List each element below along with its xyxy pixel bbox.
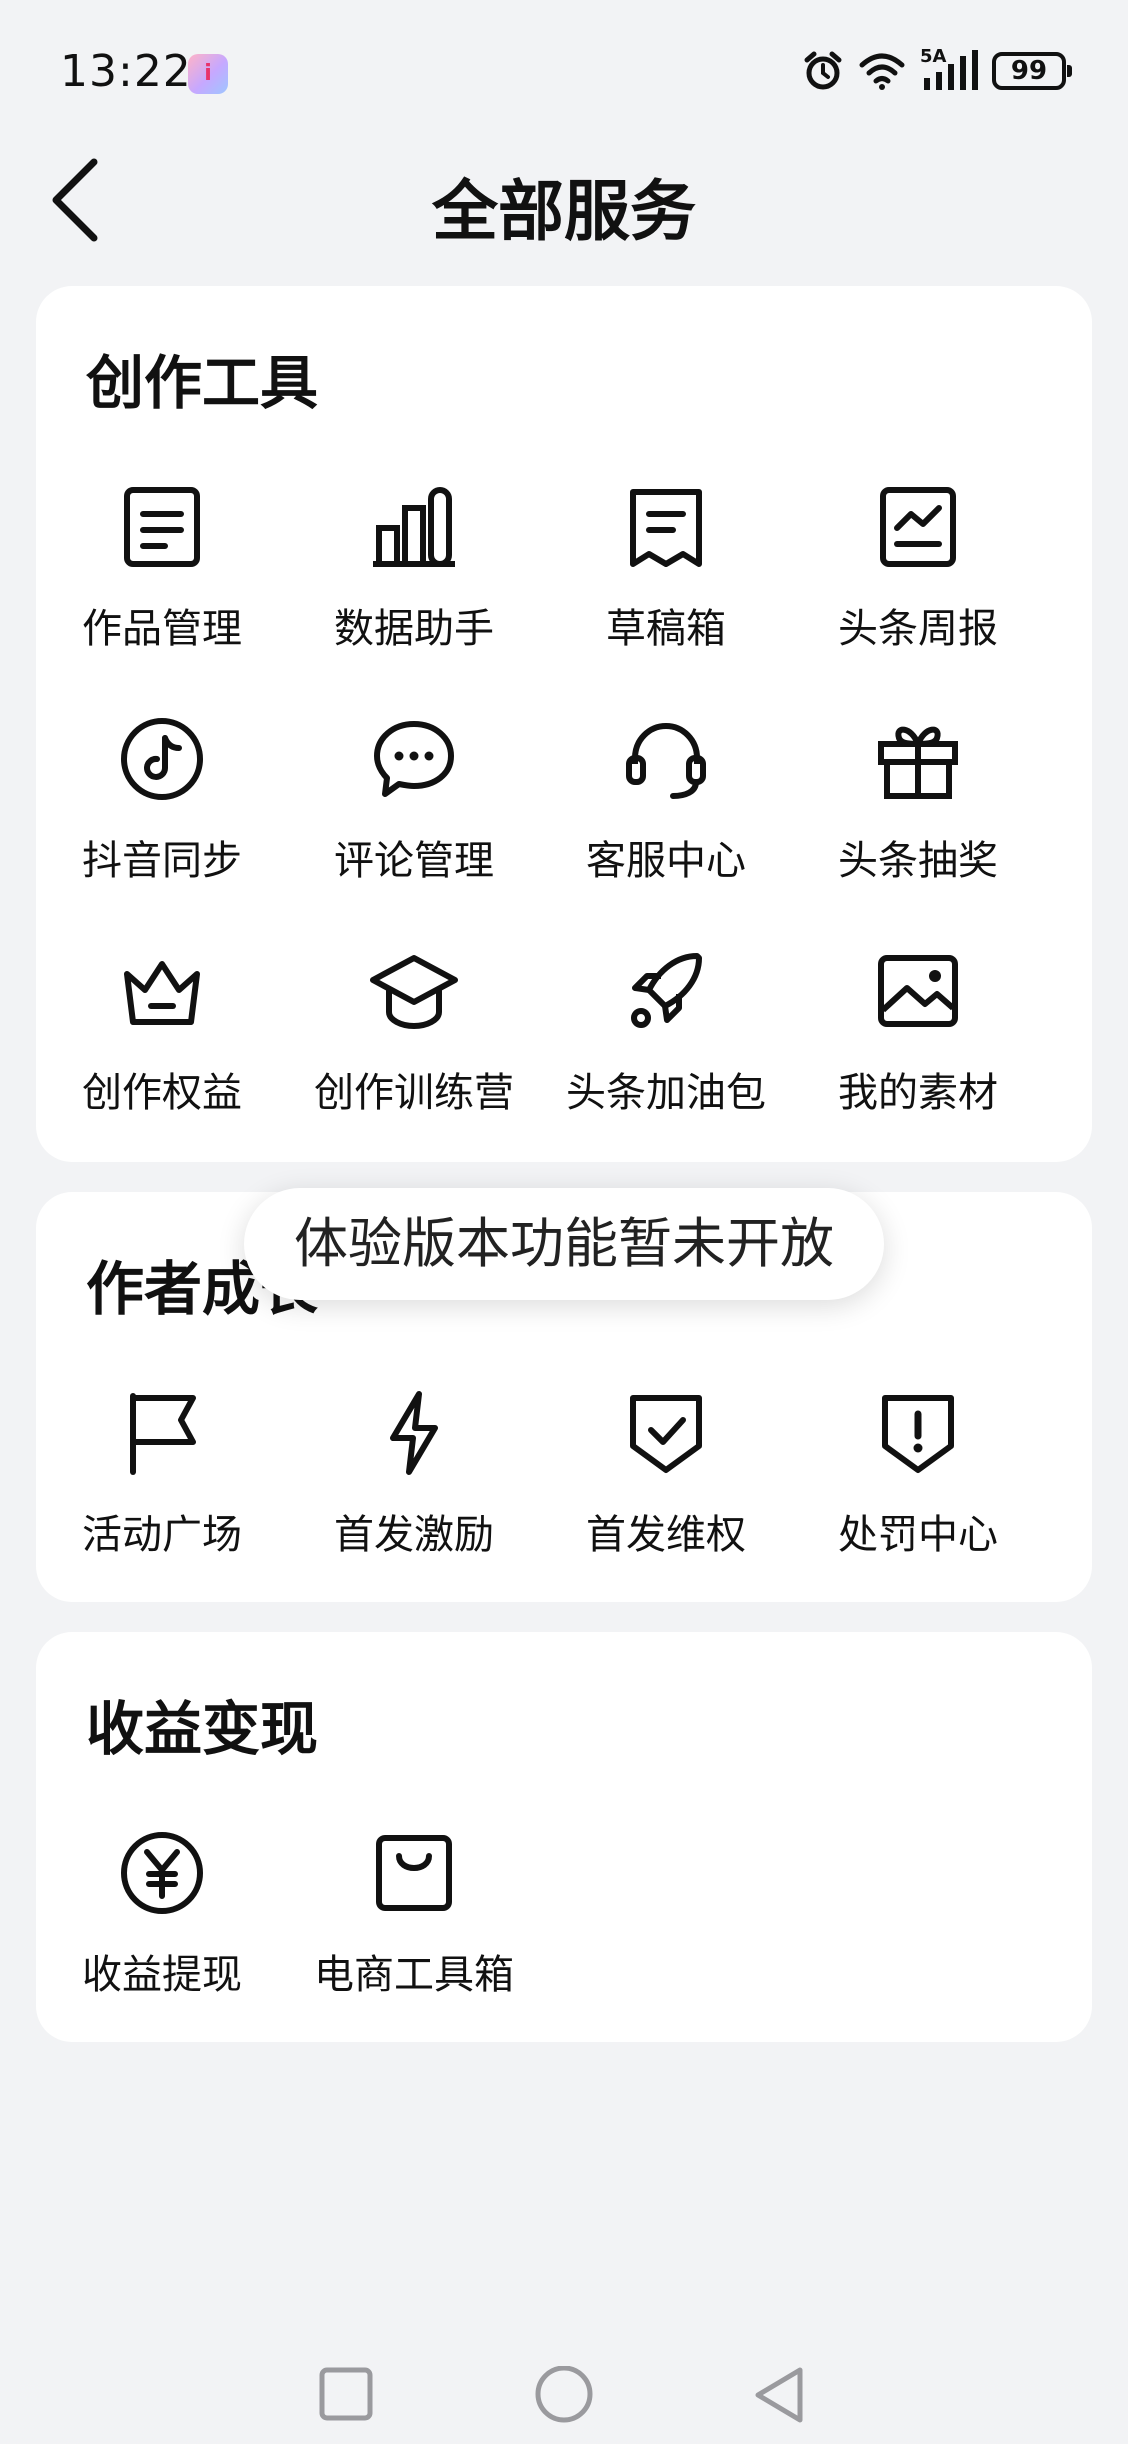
trend-report-icon [880,487,956,567]
service-label: 我的素材 [838,1070,998,1116]
service-item-first-publish-incentive[interactable]: 首发激励 [288,1388,540,1620]
status-icons: 5A 99 [802,46,1072,92]
service-label: 草稿箱 [606,606,726,652]
page-title: 全部服务 [432,173,696,250]
draft-icon [630,489,702,567]
service-label: 头条抽奖 [838,838,998,884]
shopping-bag-icon [376,1835,452,1911]
service-item-creator-benefits[interactable]: 创作权益 [36,946,288,1178]
service-grid: 作品管理 数据助手 草稿箱 头条周报 抖音同步 评论管理 客服中心 头条抽奖 创… [36,482,1092,1178]
crown-icon [124,961,200,1025]
service-item-works[interactable]: 作品管理 [36,482,288,714]
service-item-data-assistant[interactable]: 数据助手 [288,482,540,714]
document-icon [124,487,200,567]
app-notification-icon: i [188,54,228,94]
status-time: 13:22 [60,46,192,97]
service-item-weekly-report[interactable]: 头条周报 [792,482,1044,714]
service-label: 处罚中心 [838,1512,998,1558]
service-item-my-materials[interactable]: 我的素材 [792,946,1044,1178]
comment-icon [374,721,454,797]
yen-coin-icon [121,1832,203,1914]
service-item-withdraw[interactable]: 收益提现 [36,1828,288,2060]
service-item-ecommerce-toolbox[interactable]: 电商工具箱 [288,1828,540,2060]
section-title: 收益变现 [86,1695,319,1763]
service-grid: 收益提现 电商工具箱 [36,1828,1092,2060]
headset-icon [626,722,706,799]
service-label: 客服中心 [586,838,746,884]
system-nav-bar [0,2330,1128,2444]
service-item-douyin-sync[interactable]: 抖音同步 [36,714,288,946]
service-item-activity-square[interactable]: 活动广场 [36,1388,288,1620]
shield-alert-icon [882,1395,954,1473]
service-label: 电商工具箱 [314,1952,514,1998]
toast-message: 体验版本功能暂未开放 [244,1188,884,1300]
shield-check-icon [630,1395,702,1473]
service-label: 头条周报 [838,606,998,652]
flag-icon [130,1393,196,1475]
service-item-penalty-center[interactable]: 处罚中心 [792,1388,1044,1620]
service-label: 抖音同步 [82,838,242,884]
service-label: 创作权益 [82,1070,242,1116]
status-bar: 13:22 i 5A 99 [0,0,1128,150]
home-circle-icon[interactable] [534,2366,594,2426]
section-card-monetization: 收益变现 收益提现 电商工具箱 [36,1632,1092,2042]
service-item-first-publish-rights[interactable]: 首发维权 [540,1388,792,1620]
service-label: 作品管理 [82,606,242,652]
service-label: 活动广场 [82,1512,242,1558]
back-triangle-icon[interactable] [752,2366,808,2426]
douyin-icon [121,718,203,800]
service-item-lottery[interactable]: 头条抽奖 [792,714,1044,946]
image-icon [878,955,958,1027]
service-item-drafts[interactable]: 草稿箱 [540,482,792,714]
rocket-icon [631,953,702,1028]
battery-icon: 99 [992,52,1072,90]
service-label: 收益提现 [82,1952,242,1998]
wifi-icon [859,53,905,90]
lightning-icon [390,1391,438,1475]
service-label: 首发激励 [334,1512,494,1558]
service-item-comments[interactable]: 评论管理 [288,714,540,946]
service-label: 创作训练营 [314,1070,514,1116]
graduation-cap-icon [370,955,458,1030]
service-label: 头条加油包 [566,1070,766,1116]
service-label: 数据助手 [334,606,494,652]
recents-square-icon[interactable] [318,2366,374,2422]
service-label: 评论管理 [334,838,494,884]
signal-icon: 5A [920,46,978,92]
section-card-creation-tools: 创作工具 作品管理 数据助手 草稿箱 头条周报 抖音同步 评论管理 客服中心 头… [36,286,1092,1162]
bar-chart-icon [373,487,455,567]
service-item-customer-service[interactable]: 客服中心 [540,714,792,946]
page-header: 全部服务 [0,150,1128,270]
service-item-training-camp[interactable]: 创作训练营 [288,946,540,1178]
service-grid: 活动广场 首发激励 首发维权 处罚中心 [36,1388,1092,1620]
gift-icon [878,726,958,799]
alarm-icon [804,51,842,90]
section-title: 创作工具 [86,349,319,417]
service-label: 首发维权 [586,1512,746,1558]
service-item-boost-pack[interactable]: 头条加油包 [540,946,792,1178]
